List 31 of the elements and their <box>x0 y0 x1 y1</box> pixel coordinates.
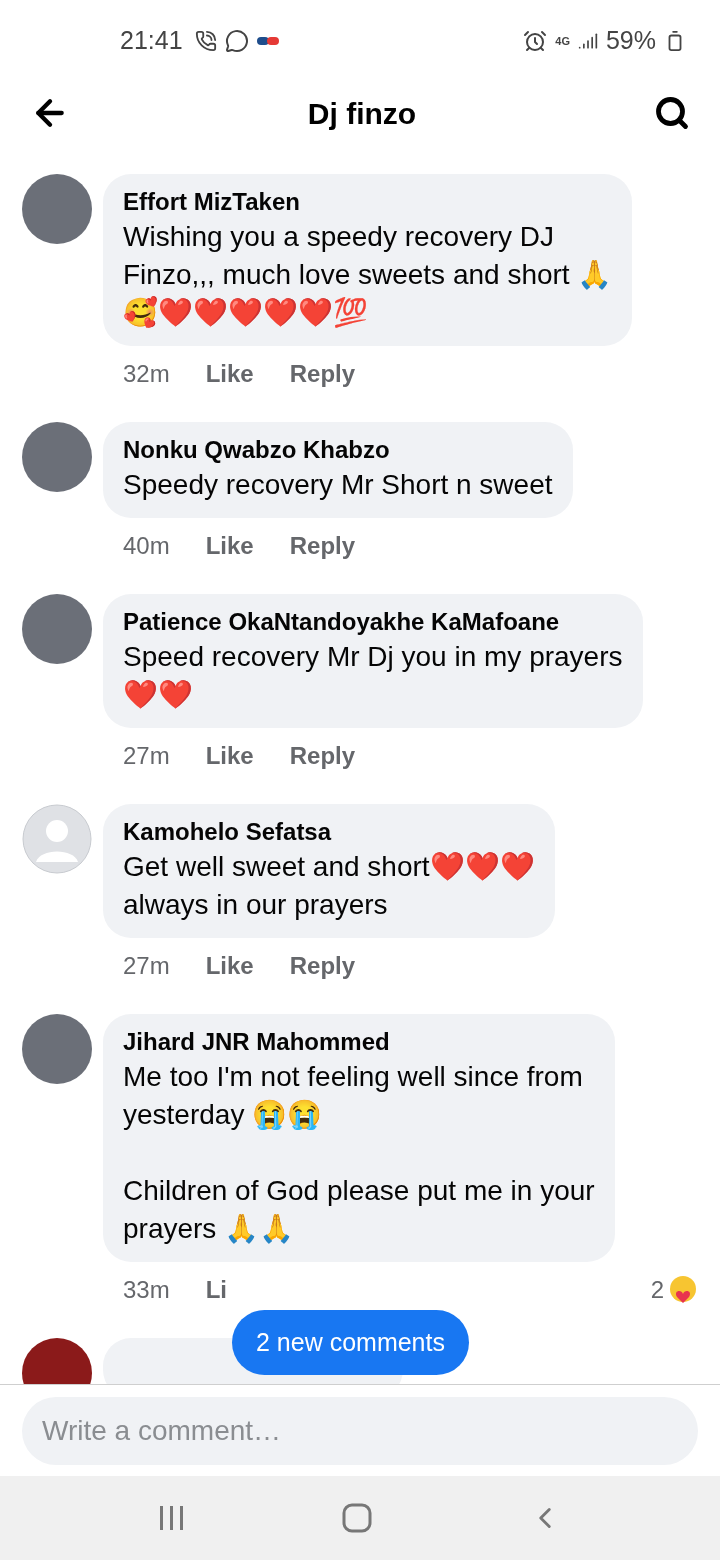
comment-input[interactable]: Write a comment… <box>22 1396 698 1465</box>
comment-time: 40m <box>123 531 170 561</box>
new-comments-button[interactable]: 2 new comments <box>232 1310 469 1375</box>
like-button[interactable]: Like <box>205 948 254 984</box>
like-button[interactable]: Like <box>205 528 254 564</box>
commenter-name[interactable]: Patience OkaNtandoyakhe KaMafoane <box>123 606 623 638</box>
commenter-name[interactable]: Nonku Qwabzo Khabzo <box>123 434 553 466</box>
like-button[interactable]: Li <box>205 1272 227 1308</box>
comment-time: 27m <box>123 741 170 771</box>
reply-button[interactable]: Reply <box>289 948 356 984</box>
comment-text: Me too I'm not feeling well since from yesterday 😭😭 Children of God please put me in your prayers 🙏🙏 <box>123 1060 595 1246</box>
commenter-name[interactable]: Kamohelo Sefatsa <box>123 816 535 848</box>
comment-text: Speedy recovery Mr Short n sweet <box>123 468 553 502</box>
like-button[interactable]: Like <box>205 356 254 392</box>
comment-time: 33m <box>123 1275 170 1305</box>
status-time: 21:41 <box>120 25 183 57</box>
reply-button[interactable]: Reply <box>289 738 356 774</box>
reply-button[interactable]: Reply <box>289 356 356 392</box>
commenter-name[interactable]: Jihard JNR Mahommed <box>123 1026 595 1058</box>
reply-button[interactable]: Reply <box>289 528 356 564</box>
comment-text: Wishing you a speedy recovery DJ Finzo,,, much love sweets and short 🙏 🥰❤❤❤❤❤💯 <box>123 220 613 330</box>
battery-percent: 59% <box>605 25 656 57</box>
comment-time: 32m <box>123 359 170 389</box>
page-title: Dj finzo <box>307 95 417 132</box>
reaction-count: 2 <box>650 1275 664 1305</box>
comment-text: Speed recovery Mr Dj you in my prayers ❤❤ <box>123 640 623 712</box>
commenter-name[interactable]: Effort MizTaken <box>123 186 613 218</box>
like-button[interactable]: Like <box>205 738 254 774</box>
comment-time: 27m <box>123 951 170 981</box>
network-label: 4G <box>555 35 570 47</box>
comment-text: Get well sweet and short❤❤❤ always in our prayers <box>123 850 535 922</box>
